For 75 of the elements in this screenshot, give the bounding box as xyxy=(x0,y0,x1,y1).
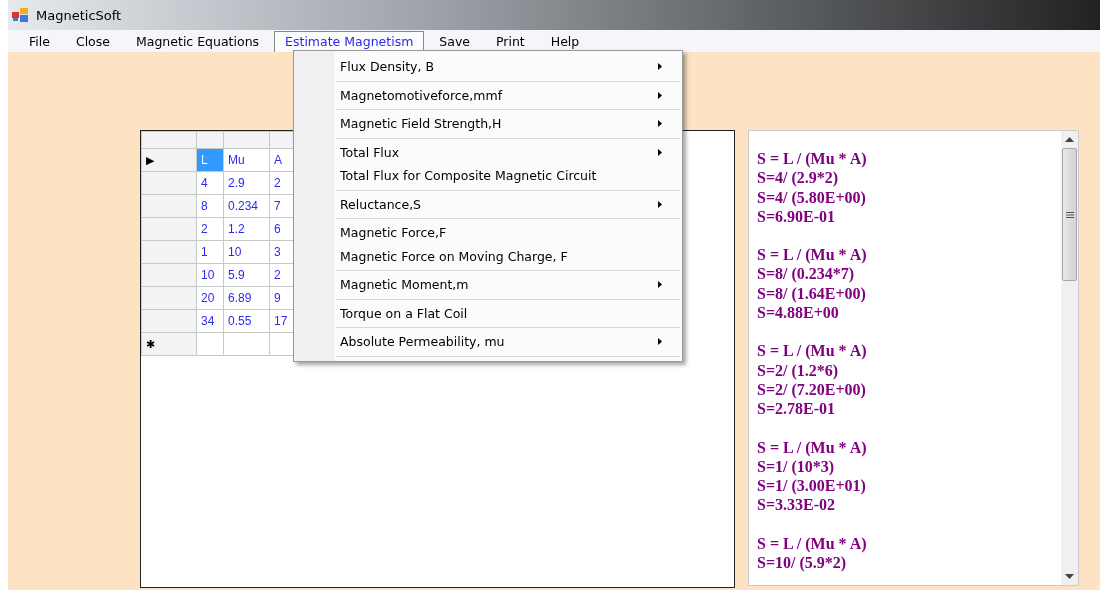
result-line: S = L / (Mu * A) xyxy=(757,245,868,265)
table-cell[interactable]: 0.55 xyxy=(223,309,270,333)
scroll-down-icon[interactable] xyxy=(1065,574,1074,579)
row-header[interactable] xyxy=(141,240,197,264)
menu-entry[interactable]: Total Flux for Composite Magnetic Circuit xyxy=(336,164,680,188)
scroll-up-icon[interactable] xyxy=(1065,137,1074,142)
scroll-thumb[interactable] xyxy=(1062,148,1077,281)
result-line: S=10/ (5.9*2) xyxy=(757,553,848,573)
table-cell[interactable]: 2 xyxy=(196,217,224,241)
scrollbar[interactable] xyxy=(1061,131,1078,585)
menu-entry[interactable]: Magnetic Moment,m xyxy=(336,273,680,297)
grid-header-cell xyxy=(141,131,197,149)
grid-header-cell xyxy=(223,131,270,149)
result-line: S = L / (Mu * A) xyxy=(757,341,868,361)
table-cell[interactable]: 1.2 xyxy=(223,217,270,241)
row-header[interactable] xyxy=(141,263,197,287)
menu-item[interactable]: Print xyxy=(485,31,536,52)
menu-entry[interactable]: Reluctance,S xyxy=(336,192,680,216)
table-cell[interactable]: Mu xyxy=(223,148,270,172)
app-icon xyxy=(12,8,28,22)
row-marker: ✱ xyxy=(146,338,155,350)
result-line: S=8/ (0.234*7) xyxy=(757,264,856,284)
menu-entry[interactable]: Magnetic Force on Moving Charge, F xyxy=(336,244,680,268)
result-line: S=1/ (3.00E+01) xyxy=(757,476,867,496)
menu-entry[interactable]: Total Flux xyxy=(336,140,680,164)
row-header[interactable]: ✱ xyxy=(141,332,197,356)
row-header[interactable]: ▶ xyxy=(141,148,197,172)
table-cell[interactable]: 0.234 xyxy=(223,194,270,218)
result-line: S=6.90E-01 xyxy=(757,207,836,227)
result-line: S=4/ (5.80E+00) xyxy=(757,187,867,207)
menu-entry[interactable]: Absolute Permeability, mu xyxy=(336,330,680,354)
result-line: S=4.88E+00 xyxy=(757,303,840,323)
table-cell[interactable]: 4 xyxy=(196,171,224,195)
menu-entry[interactable]: Torque on a Flat Coil xyxy=(336,301,680,325)
menu-item[interactable]: File xyxy=(18,31,61,52)
result-line: S=2.78E-01 xyxy=(757,399,836,419)
menu-entry[interactable]: Magnetic Force,F xyxy=(336,221,680,245)
result-line: S=4/ (2.9*2) xyxy=(757,168,840,188)
result-line: S=3.33E-02 xyxy=(757,495,836,515)
result-line: S = L / (Mu * A) xyxy=(757,437,868,457)
table-cell[interactable]: 1 xyxy=(196,240,224,264)
menu-entry[interactable]: Magnetomotiveforce,mmf xyxy=(336,83,680,107)
table-cell[interactable] xyxy=(196,332,224,356)
table-cell[interactable]: 2.9 xyxy=(223,171,270,195)
result-line: S=8/ (1.64E+00) xyxy=(757,283,867,304)
row-header[interactable] xyxy=(141,217,197,241)
grip-icon xyxy=(1065,211,1074,218)
row-header[interactable] xyxy=(141,194,197,218)
table-cell[interactable]: 5.9 xyxy=(223,263,270,287)
table-cell[interactable] xyxy=(223,332,270,356)
menu-item[interactable]: Magnetic Equations xyxy=(125,31,271,52)
row-header[interactable] xyxy=(141,171,197,195)
table-cell[interactable]: 10 xyxy=(196,263,224,287)
result-line: S = L / (Mu * A) xyxy=(757,533,868,554)
table-cell[interactable]: 6.89 xyxy=(223,286,270,310)
menu-item[interactable]: Close xyxy=(64,31,121,52)
menu-entry[interactable]: Flux Density, B xyxy=(336,55,680,79)
result-line: S=1/ (10*3) xyxy=(757,457,836,477)
results-text-box[interactable] xyxy=(748,130,1079,586)
result-line: S=2/ (7.20E+00) xyxy=(757,380,867,400)
table-cell[interactable]: 34 xyxy=(196,309,224,333)
window-title: MagneticSoft xyxy=(36,7,122,23)
row-marker: ▶ xyxy=(146,154,154,166)
result-line: S = L / (Mu * A) xyxy=(757,149,868,169)
menu-item[interactable]: Save xyxy=(428,31,481,52)
table-cell[interactable]: 10 xyxy=(223,240,270,264)
menu-item[interactable]: Estimate Magnetism xyxy=(274,31,425,52)
row-header[interactable] xyxy=(141,309,197,333)
result-line: S=2/ (1.2*6) xyxy=(757,360,840,380)
row-header[interactable] xyxy=(141,286,197,310)
grid-header-cell xyxy=(196,131,224,149)
menu-entry[interactable]: Magnetic Field Strength,H xyxy=(336,112,680,136)
menu-item[interactable]: Help xyxy=(539,31,591,52)
table-cell[interactable]: 20 xyxy=(196,286,224,310)
table-cell[interactable]: 8 xyxy=(196,194,224,218)
